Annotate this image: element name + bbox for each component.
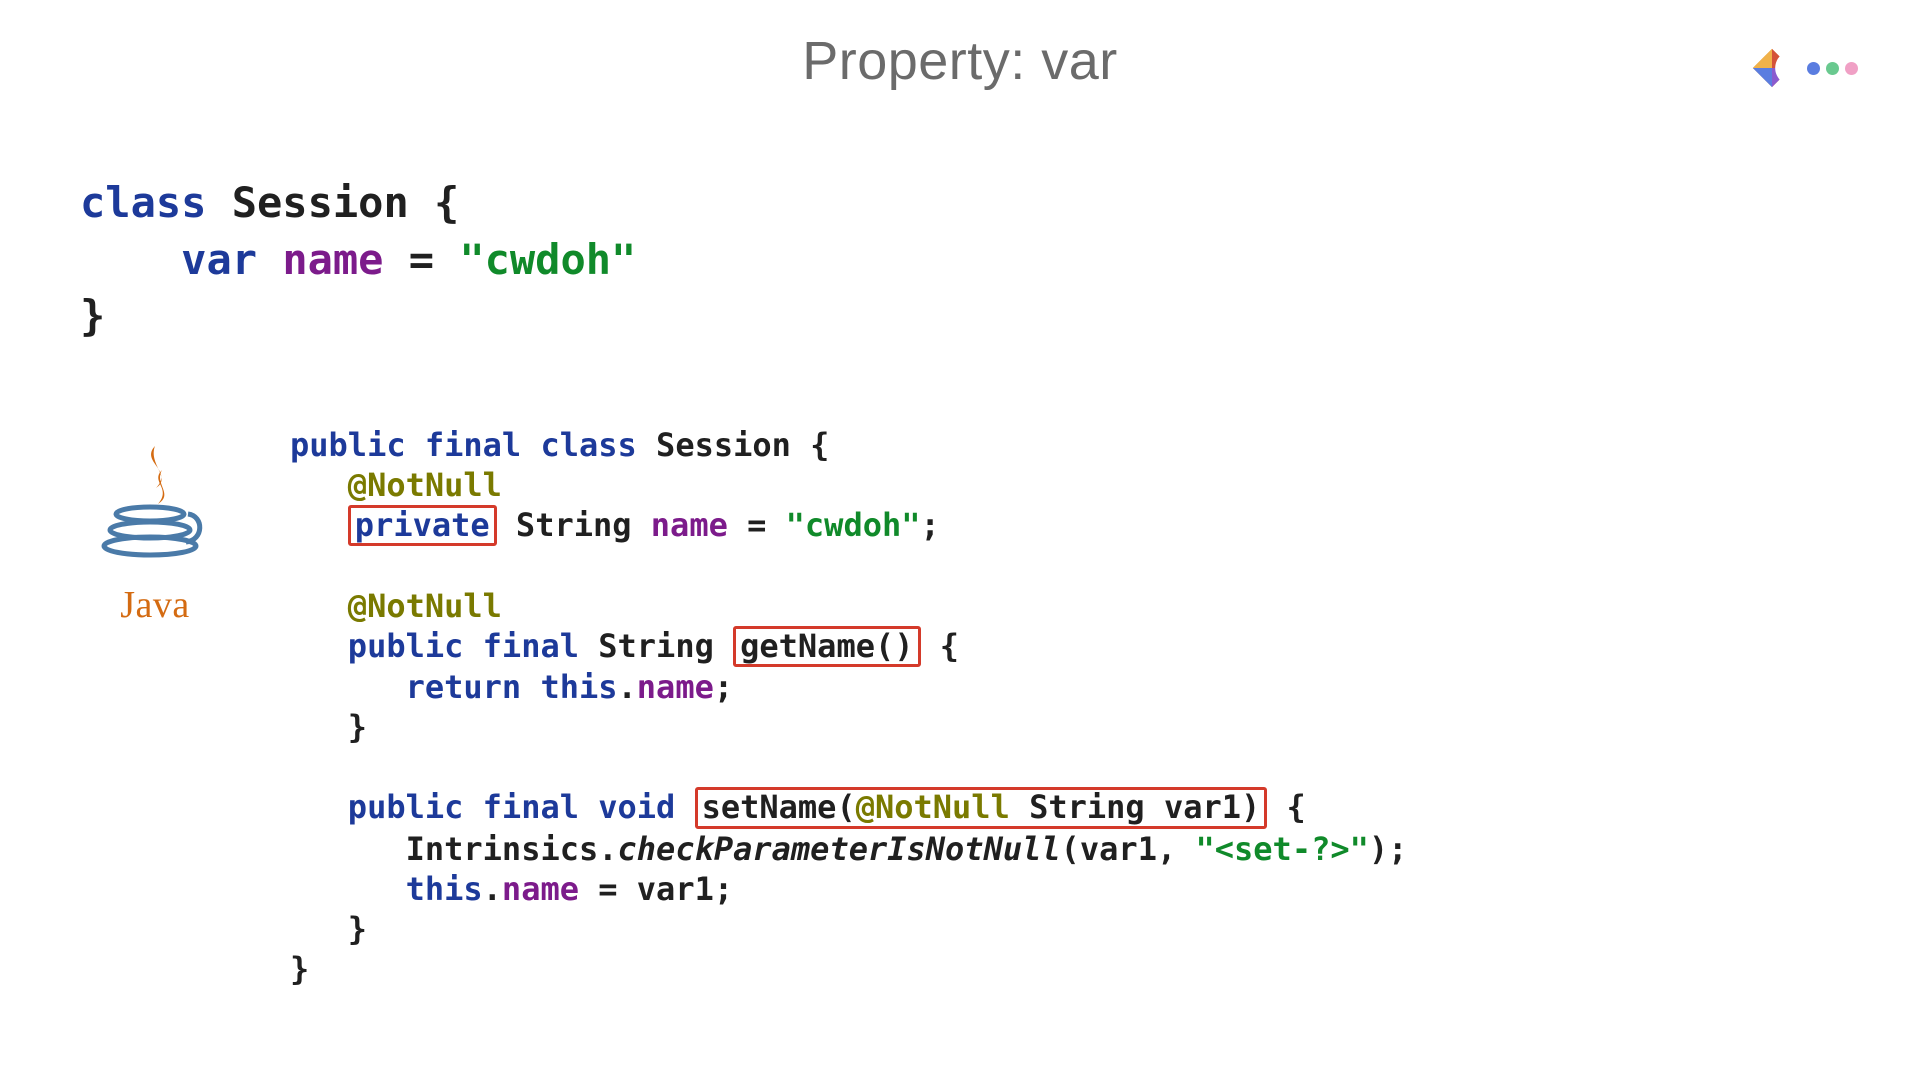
property-name: name — [282, 235, 383, 284]
annotation: @NotNull — [348, 466, 502, 504]
text: } — [348, 708, 367, 746]
text: = var1; — [579, 870, 733, 908]
text: . — [618, 668, 637, 706]
text: { — [409, 178, 460, 227]
java-word: Java — [95, 583, 215, 627]
keyword: private — [355, 506, 490, 544]
kotlin-logo-block — [1749, 45, 1858, 91]
keyword: class — [80, 178, 206, 227]
method-name: getName() — [740, 627, 913, 665]
text: } — [290, 950, 309, 988]
highlight-box-getname: getName() — [733, 626, 920, 667]
text: { — [921, 627, 960, 665]
text: = — [383, 235, 459, 284]
text: String — [497, 506, 651, 544]
indent — [80, 235, 181, 284]
dot-icon — [1826, 62, 1839, 75]
text: String var1) — [1010, 788, 1260, 826]
text: } — [348, 910, 367, 948]
slide-title: Property: var — [0, 30, 1920, 92]
string-literal: "<set-?>" — [1195, 830, 1368, 868]
keyword: public final void — [348, 788, 676, 826]
kotlin-code-block: class Session { var name = "cwdoh" } — [80, 175, 636, 345]
class-name: Session — [232, 178, 409, 227]
text — [257, 235, 282, 284]
text: Session { — [637, 426, 830, 464]
text — [206, 178, 231, 227]
annotation: @NotNull — [348, 587, 502, 625]
java-logo: Java — [95, 440, 215, 627]
keyword: public final class — [290, 426, 637, 464]
java-code-block: public final class Session { @NotNull pr… — [290, 425, 1407, 989]
highlight-box-setname: setName(@NotNull String var1) — [695, 787, 1268, 828]
text: ; — [921, 506, 940, 544]
dot-icon — [1845, 62, 1858, 75]
string-literal: "cwdoh" — [459, 235, 636, 284]
text: } — [80, 291, 105, 340]
text: ; — [714, 668, 733, 706]
annotation: @NotNull — [856, 788, 1010, 826]
dot-icon — [1807, 62, 1820, 75]
string-literal: "cwdoh" — [786, 506, 921, 544]
field-name: name — [637, 668, 714, 706]
logo-dots — [1807, 62, 1858, 75]
keyword: var — [181, 235, 257, 284]
kotlin-icon — [1749, 45, 1795, 91]
field-name: name — [651, 506, 728, 544]
text: ); — [1369, 830, 1408, 868]
highlight-box-private: private — [348, 505, 497, 546]
text: { — [1267, 788, 1306, 826]
method-call: checkParameterIsNotNull — [618, 830, 1061, 868]
text: . — [483, 870, 502, 908]
keyword: this — [406, 870, 483, 908]
text: (var1, — [1061, 830, 1196, 868]
keyword: public final — [348, 627, 579, 665]
text: = — [728, 506, 786, 544]
method-name: setName( — [702, 788, 856, 826]
java-cup-icon — [100, 440, 210, 580]
text: Intrinsics. — [406, 830, 618, 868]
keyword: return this — [406, 668, 618, 706]
field-name: name — [502, 870, 579, 908]
text — [675, 788, 694, 826]
text: String — [579, 627, 733, 665]
